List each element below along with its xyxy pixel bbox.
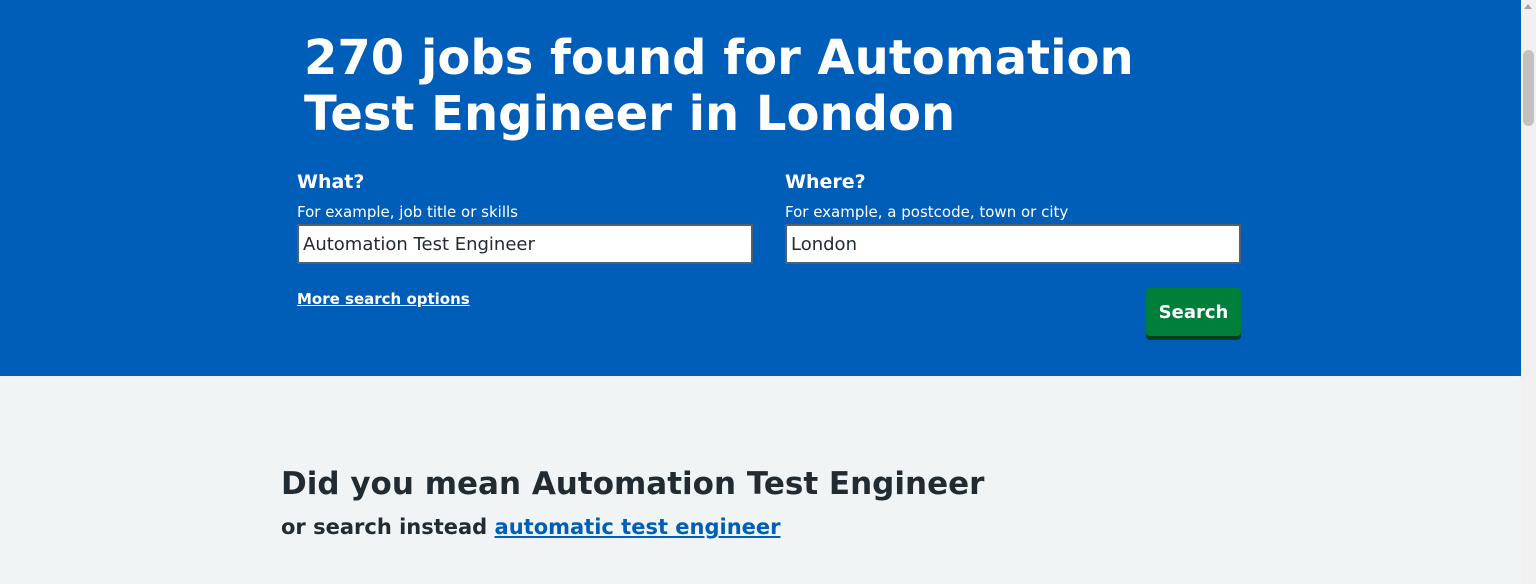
vertical-scrollbar[interactable] bbox=[1521, 0, 1536, 584]
scroll-up-arrow-icon[interactable] bbox=[1524, 4, 1532, 9]
what-hint: For example, job title or skills bbox=[297, 203, 518, 221]
where-label: Where? bbox=[785, 171, 866, 193]
more-search-options-link[interactable]: More search options bbox=[297, 288, 470, 310]
did-you-mean-heading: Did you mean Automation Test Engineer bbox=[281, 466, 985, 502]
page-title: 270 jobs found for Automation Test Engin… bbox=[304, 30, 1134, 142]
scrollbar-thumb[interactable] bbox=[1523, 50, 1534, 126]
browser-viewport: 270 jobs found for Automation Test Engin… bbox=[0, 0, 1536, 584]
where-hint: For example, a postcode, town or city bbox=[785, 203, 1069, 221]
page: 270 jobs found for Automation Test Engin… bbox=[0, 0, 1521, 584]
what-label: What? bbox=[297, 171, 365, 193]
where-input[interactable] bbox=[785, 224, 1241, 264]
search-instead-text: or search instead automatic test enginee… bbox=[281, 512, 781, 542]
search-instead-prefix: or search instead bbox=[281, 515, 488, 539]
what-input[interactable] bbox=[297, 224, 753, 264]
search-button[interactable]: Search bbox=[1146, 288, 1241, 336]
alternative-search-link[interactable]: automatic test engineer bbox=[495, 515, 781, 539]
search-header: 270 jobs found for Automation Test Engin… bbox=[0, 0, 1521, 376]
